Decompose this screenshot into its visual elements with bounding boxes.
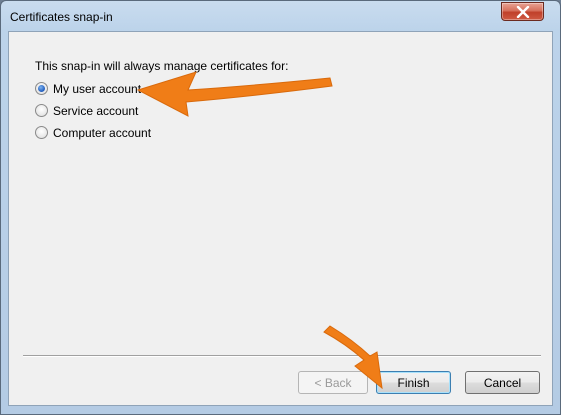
dialog-content: This snap-in will always manage certific… xyxy=(8,31,553,406)
cancel-button[interactable]: Cancel xyxy=(465,371,540,394)
title-bar: Certificates snap-in xyxy=(1,1,560,32)
dialog-title: Certificates snap-in xyxy=(10,10,113,24)
certificates-snapin-dialog: Certificates snap-in This snap-in will a… xyxy=(0,0,561,415)
back-button[interactable]: < Back xyxy=(298,371,368,394)
option-label[interactable]: Computer account xyxy=(53,126,151,140)
radio-button[interactable] xyxy=(35,104,48,117)
close-icon xyxy=(516,6,530,18)
radio-button[interactable] xyxy=(35,126,48,139)
intro-text: This snap-in will always manage certific… xyxy=(35,59,289,73)
finish-button[interactable]: Finish xyxy=(376,371,451,394)
option-label[interactable]: Service account xyxy=(53,104,138,118)
radio-button[interactable] xyxy=(35,82,48,95)
separator xyxy=(23,355,541,357)
option-label[interactable]: My user account xyxy=(53,82,141,96)
close-button[interactable] xyxy=(501,2,544,21)
